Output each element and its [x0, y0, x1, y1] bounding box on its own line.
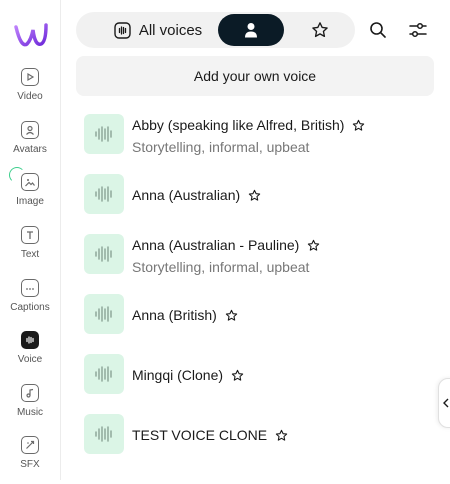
sidebar-item-label: Voice	[17, 354, 43, 365]
list-item[interactable]: Abby (speaking like Alfred, British) Sto…	[84, 114, 424, 156]
sidebar-item-label: SFX	[20, 459, 40, 470]
sidebar-item-label: Text	[20, 249, 40, 260]
favorite-star-icon[interactable]	[352, 119, 365, 132]
music-icon	[21, 384, 39, 402]
app-logo	[14, 23, 48, 47]
sidebar-item-label: Avatars	[13, 144, 47, 155]
favorite-star-icon[interactable]	[307, 239, 320, 252]
sidebar-item-image[interactable]: Image	[0, 173, 60, 221]
text-icon	[21, 226, 39, 244]
favorite-star-icon[interactable]	[275, 429, 288, 442]
search-button[interactable]	[367, 19, 389, 41]
avatar-icon	[21, 121, 39, 139]
image-icon	[21, 173, 39, 191]
voice-preview-icon[interactable]	[84, 294, 124, 334]
filter-button[interactable]	[407, 19, 429, 41]
sfx-icon	[21, 436, 39, 454]
favorite-star-icon[interactable]	[248, 189, 261, 202]
sidebar-item-voice[interactable]: Voice	[0, 331, 60, 379]
voice-name: Abby (speaking like Alfred, British)	[132, 117, 345, 133]
voice-description: Storytelling, informal, upbeat	[132, 139, 310, 155]
sidebar-item-avatars[interactable]: Avatars	[0, 121, 60, 169]
search-icon	[370, 22, 386, 38]
sidebar-item-text[interactable]: Text	[0, 226, 60, 274]
list-item[interactable]: Anna (British)	[84, 294, 424, 336]
list-item[interactable]: Anna (Australian)	[84, 174, 424, 216]
star-icon	[312, 22, 328, 38]
voice-name: Anna (British)	[132, 307, 217, 323]
voice-name: Anna (Australian)	[132, 187, 241, 203]
voice-preview-icon[interactable]	[84, 234, 124, 274]
sidebar-item-sfx[interactable]: SFX	[0, 436, 60, 484]
voice-name: Anna (Australian - Pauline)	[132, 237, 300, 253]
sidebar: Video Avatars Image Text Captions Voice	[0, 0, 61, 480]
list-item[interactable]: Mingqi (Clone)	[84, 354, 424, 396]
voice-filter-tabs: All voices	[76, 12, 355, 48]
sidebar-item-label: Video	[17, 91, 43, 102]
sidebar-item-label: Captions	[10, 302, 50, 313]
tab-favorites[interactable]	[292, 14, 348, 46]
list-item[interactable]: TEST VOICE CLONE	[84, 414, 424, 456]
chevron-left-icon	[443, 398, 449, 408]
sidebar-item-video[interactable]: Video	[0, 68, 60, 116]
tab-my-voices[interactable]	[218, 14, 284, 46]
voice-preview-icon[interactable]	[84, 414, 124, 454]
user-icon	[245, 23, 257, 38]
favorite-star-icon[interactable]	[231, 369, 244, 382]
tab-all-voices[interactable]: All voices	[98, 14, 218, 46]
sidebar-item-label: Image	[16, 196, 44, 207]
voice-preview-icon[interactable]	[84, 354, 124, 394]
add-your-own-voice-button[interactable]: Add your own voice	[76, 56, 434, 96]
sidebar-item-captions[interactable]: Captions	[0, 279, 60, 327]
captions-icon	[21, 279, 39, 297]
sidebar-item-music[interactable]: Music	[0, 384, 60, 432]
favorite-star-icon[interactable]	[225, 309, 238, 322]
list-item[interactable]: Anna (Australian - Pauline) Storytelling…	[84, 234, 424, 276]
voice-preview-icon[interactable]	[84, 174, 124, 214]
voice-name: TEST VOICE CLONE	[132, 427, 268, 443]
video-icon	[21, 68, 39, 86]
voice-preview-icon[interactable]	[84, 114, 124, 154]
waveform-icon	[114, 21, 131, 39]
voice-name: Mingqi (Clone)	[132, 367, 224, 383]
filter-sliders-icon	[409, 22, 427, 38]
voice-description: Storytelling, informal, upbeat	[132, 259, 310, 275]
sidebar-item-label: Music	[16, 407, 44, 418]
collapse-panel-button[interactable]	[438, 378, 450, 428]
voice-icon	[21, 331, 39, 349]
tab-all-voices-label: All voices	[138, 21, 203, 39]
